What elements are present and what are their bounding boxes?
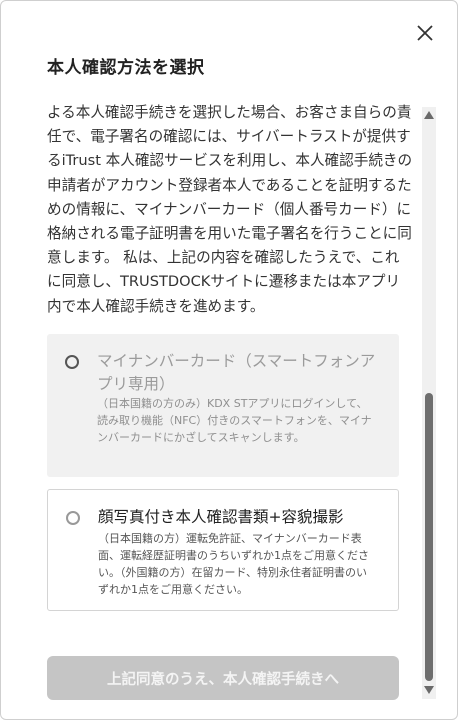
option-photo-id[interactable]: 顔写真付き本人確認書類+容貌撮影 （日本国籍の方）運転免許証、マイナンバーカード…: [47, 488, 399, 611]
close-icon[interactable]: [413, 21, 437, 45]
option-title: マイナンバーカード（スマートフォンアプリ専用）: [97, 351, 376, 393]
option-title: 顔写真付き本人確認書類+容貌撮影: [98, 507, 344, 526]
scroll-down-arrow-icon[interactable]: [424, 686, 434, 694]
radio-mynumber-card: [65, 354, 79, 369]
proceed-button[interactable]: 上記同意のうえ、本人確認手続きへ: [47, 656, 399, 700]
identity-verification-dialog: 本人確認方法を選択 よる本人確認手続きを選択した場合、お客さま自らの責任で、電子…: [0, 0, 458, 720]
scroll-up-arrow-icon[interactable]: [424, 111, 434, 119]
scroll-content[interactable]: よる本人確認手続きを選択した場合、お客さま自らの責任で、電子署名の確認には、サイ…: [47, 101, 413, 621]
consent-text: よる本人確認手続きを選択した場合、お客さま自らの責任で、電子署名の確認には、サイ…: [47, 104, 413, 315]
option-description: （日本国籍の方のみ）KDX STアプリにログインして、読み取り機能（NFC）付き…: [97, 396, 372, 444]
scrollbar-thumb[interactable]: [425, 393, 433, 681]
dialog-title: 本人確認方法を選択: [47, 58, 205, 78]
radio-photo-id[interactable]: [66, 510, 80, 525]
option-description: （日本国籍の方）運転免許証、マイナンバーカード表面、運転経歴証明書のうちいずれか…: [98, 531, 369, 596]
option-mynumber-card: マイナンバーカード（スマートフォンアプリ専用） （日本国籍の方のみ）KDX ST…: [47, 333, 399, 477]
